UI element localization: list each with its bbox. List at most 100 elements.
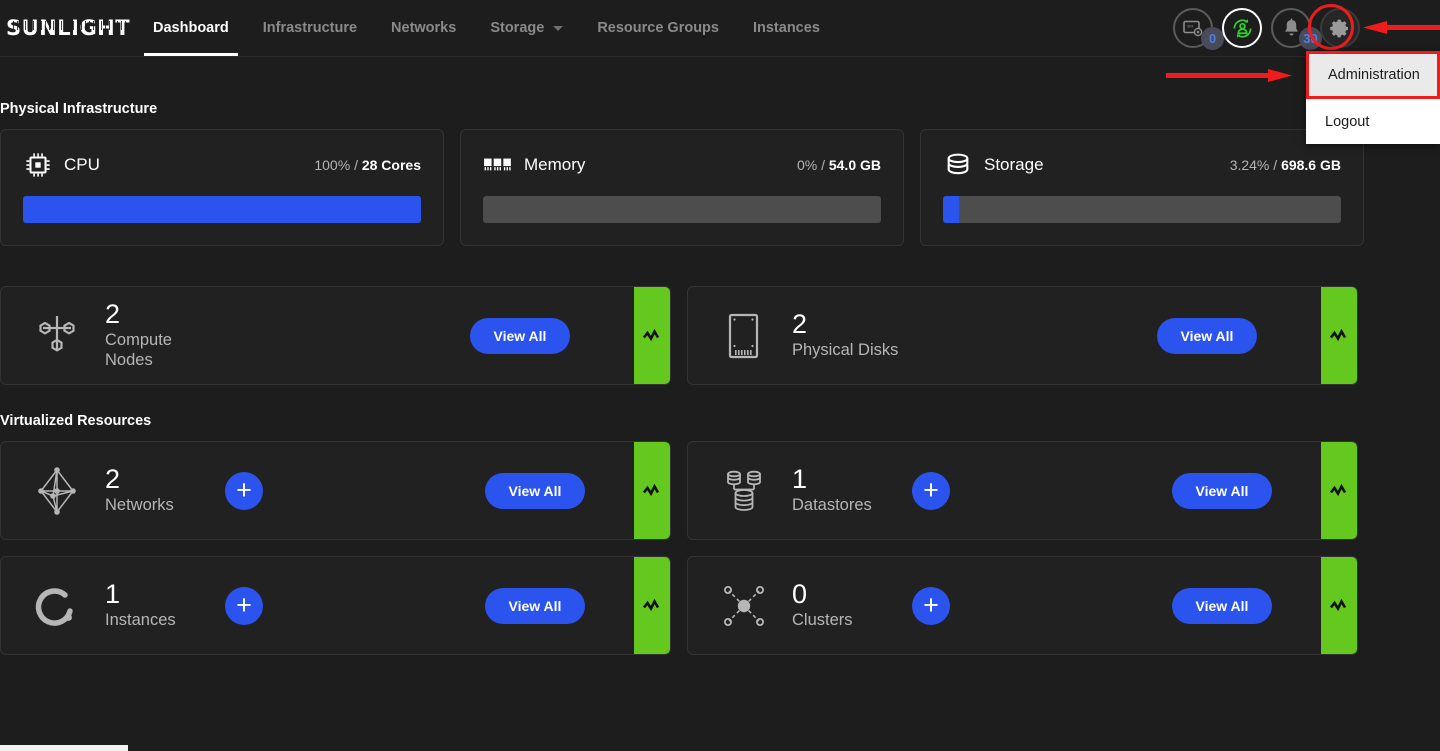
status-strip-healthy[interactable]: [634, 442, 670, 539]
capacity-percent: 3.24%: [1229, 157, 1270, 173]
resource-text: 0 Clusters: [792, 580, 912, 630]
notifications-button[interactable]: 30: [1271, 8, 1322, 50]
nav-item-storage[interactable]: Storage: [473, 0, 580, 56]
settings-button[interactable]: [1320, 8, 1360, 48]
add-datastore-button[interactable]: +: [912, 471, 950, 510]
chevron-down-icon: [553, 25, 564, 31]
plus-icon: +: [923, 589, 939, 620]
view-all-button[interactable]: View All: [484, 587, 586, 624]
capacity-separator: /: [821, 157, 829, 173]
brand-logo[interactable]: SUNLIGHT: [0, 0, 136, 56]
capacity-bar-track: [943, 196, 1341, 223]
add-network-button[interactable]: +: [225, 471, 263, 510]
menu-item-administration[interactable]: Administration: [1306, 51, 1440, 99]
resource-text: 1 Instances: [105, 578, 225, 630]
view-all-button[interactable]: View All: [484, 472, 586, 509]
resource-card-physical-disks: 2 Physical Disks View All: [687, 286, 1358, 385]
capacity-percent: 100%: [314, 157, 351, 173]
nav-label: Infrastructure: [262, 20, 358, 36]
capacity-values: 3.24% / 698.6 GB: [1230, 157, 1341, 173]
storage-icon: [947, 153, 969, 175]
view-all-wrap: View All: [400, 587, 670, 624]
nav-right-icons: SIM 0 30: [1173, 0, 1440, 56]
add-instance-button[interactable]: +: [225, 586, 263, 625]
view-all-button[interactable]: View All: [1156, 317, 1258, 354]
nav-item-infrastructure[interactable]: Infrastructure: [246, 0, 374, 56]
resource-count: 2: [105, 463, 121, 494]
resource-label: Physical Disks: [792, 340, 899, 359]
resource-card-clusters: 0 Clusters + View All: [687, 556, 1358, 655]
notifications-badge: 30: [1299, 27, 1322, 50]
resource-label: Instances: [105, 610, 176, 629]
svg-text:SIM: SIM: [1187, 24, 1193, 28]
virtual-resource-row-2: 1 Instances + View All 0 Clusters + View…: [0, 556, 1440, 655]
sync-user-button[interactable]: [1222, 8, 1262, 48]
plus-icon: +: [236, 589, 252, 620]
view-all-wrap: View All: [370, 317, 670, 354]
capacity-name: Storage: [984, 155, 1044, 174]
resource-label: Datastores: [792, 495, 872, 514]
capacity-card-cpu: CPU 100% / 28 Cores: [0, 129, 444, 246]
status-strip-healthy[interactable]: [634, 287, 670, 384]
datastores-icon: [716, 463, 772, 519]
capacity-card-memory: Memory 0% / 54.0 GB: [460, 129, 904, 246]
capacity-separator: /: [354, 157, 362, 173]
resource-label: Networks: [105, 495, 174, 514]
networks-icon: [29, 463, 85, 519]
capacity-bar-fill: [23, 196, 421, 223]
view-all-wrap: View All: [1087, 472, 1357, 509]
capacity-bar-track: [483, 196, 881, 223]
nav-item-networks[interactable]: Networks: [374, 0, 473, 56]
bell-icon: [1284, 17, 1298, 36]
view-all-button[interactable]: View All: [469, 317, 571, 354]
vm-console-button[interactable]: SIM 0: [1173, 8, 1224, 50]
physical-resource-row: 2 Compute Nodes View All 2 Physical Disk…: [0, 286, 1440, 385]
capacity-card-storage: Storage 3.24% / 698.6 GB: [920, 129, 1364, 246]
view-all-button[interactable]: View All: [1171, 587, 1273, 624]
capacity-bar-fill: [943, 196, 959, 223]
pulse-icon: [643, 598, 660, 611]
resource-count: 2: [792, 308, 808, 339]
capacity-total: 28 Cores: [361, 157, 421, 173]
plus-icon: +: [923, 474, 939, 505]
view-all-wrap: View All: [1057, 317, 1357, 354]
virtual-resource-row-1: 2 Networks + View All 1 Datastores + Vie…: [0, 441, 1440, 540]
capacity-values: 0% / 54.0 GB: [797, 157, 881, 173]
nav-label: Storage: [490, 20, 545, 36]
cpu-icon: [26, 153, 50, 177]
nav-item-dashboard[interactable]: Dashboard: [136, 0, 246, 56]
resource-count: 1: [792, 463, 808, 494]
nav-label: Dashboard: [153, 20, 229, 36]
status-strip-healthy[interactable]: [1321, 287, 1357, 384]
resource-card-instances: 1 Instances + View All: [0, 556, 671, 655]
capacity-separator: /: [1273, 157, 1282, 173]
add-cluster-button[interactable]: +: [912, 586, 950, 625]
compute-nodes-icon: [29, 308, 85, 364]
view-all-wrap: View All: [400, 472, 670, 509]
resource-count: 1: [105, 578, 121, 609]
nav-item-resource-groups[interactable]: Resource Groups: [580, 0, 736, 56]
menu-item-logout[interactable]: Logout: [1306, 99, 1440, 144]
physical-disk-icon: [716, 308, 772, 364]
brand-logo-text: SUNLIGHT: [6, 16, 131, 40]
capacity-name: CPU: [64, 155, 100, 174]
resource-text: 2 Networks: [105, 463, 225, 515]
pulse-icon: [1330, 328, 1347, 341]
vm-console-badge: 0: [1201, 27, 1224, 50]
resource-card-networks: 2 Networks + View All: [0, 441, 671, 540]
nav-label: Instances: [752, 20, 820, 36]
status-strip-healthy[interactable]: [1321, 442, 1357, 539]
resource-card-datastores: 1 Datastores + View All: [687, 441, 1358, 540]
view-all-wrap: View All: [1087, 587, 1357, 624]
resource-text: 1 Datastores: [792, 463, 912, 515]
capacity-card-header: CPU 100% / 28 Cores: [23, 151, 421, 179]
status-strip-healthy[interactable]: [1321, 557, 1357, 654]
capacity-percent: 0%: [796, 157, 818, 173]
section-title-physical: Physical Infrastructure: [0, 101, 158, 117]
nav-item-instances[interactable]: Instances: [736, 0, 837, 56]
menu-item-label: Logout: [1325, 113, 1370, 130]
view-all-button[interactable]: View All: [1171, 472, 1273, 509]
status-strip-healthy[interactable]: [634, 557, 670, 654]
resource-label: Clusters: [792, 610, 853, 629]
capacity-card-header: Memory 0% / 54.0 GB: [483, 151, 881, 179]
